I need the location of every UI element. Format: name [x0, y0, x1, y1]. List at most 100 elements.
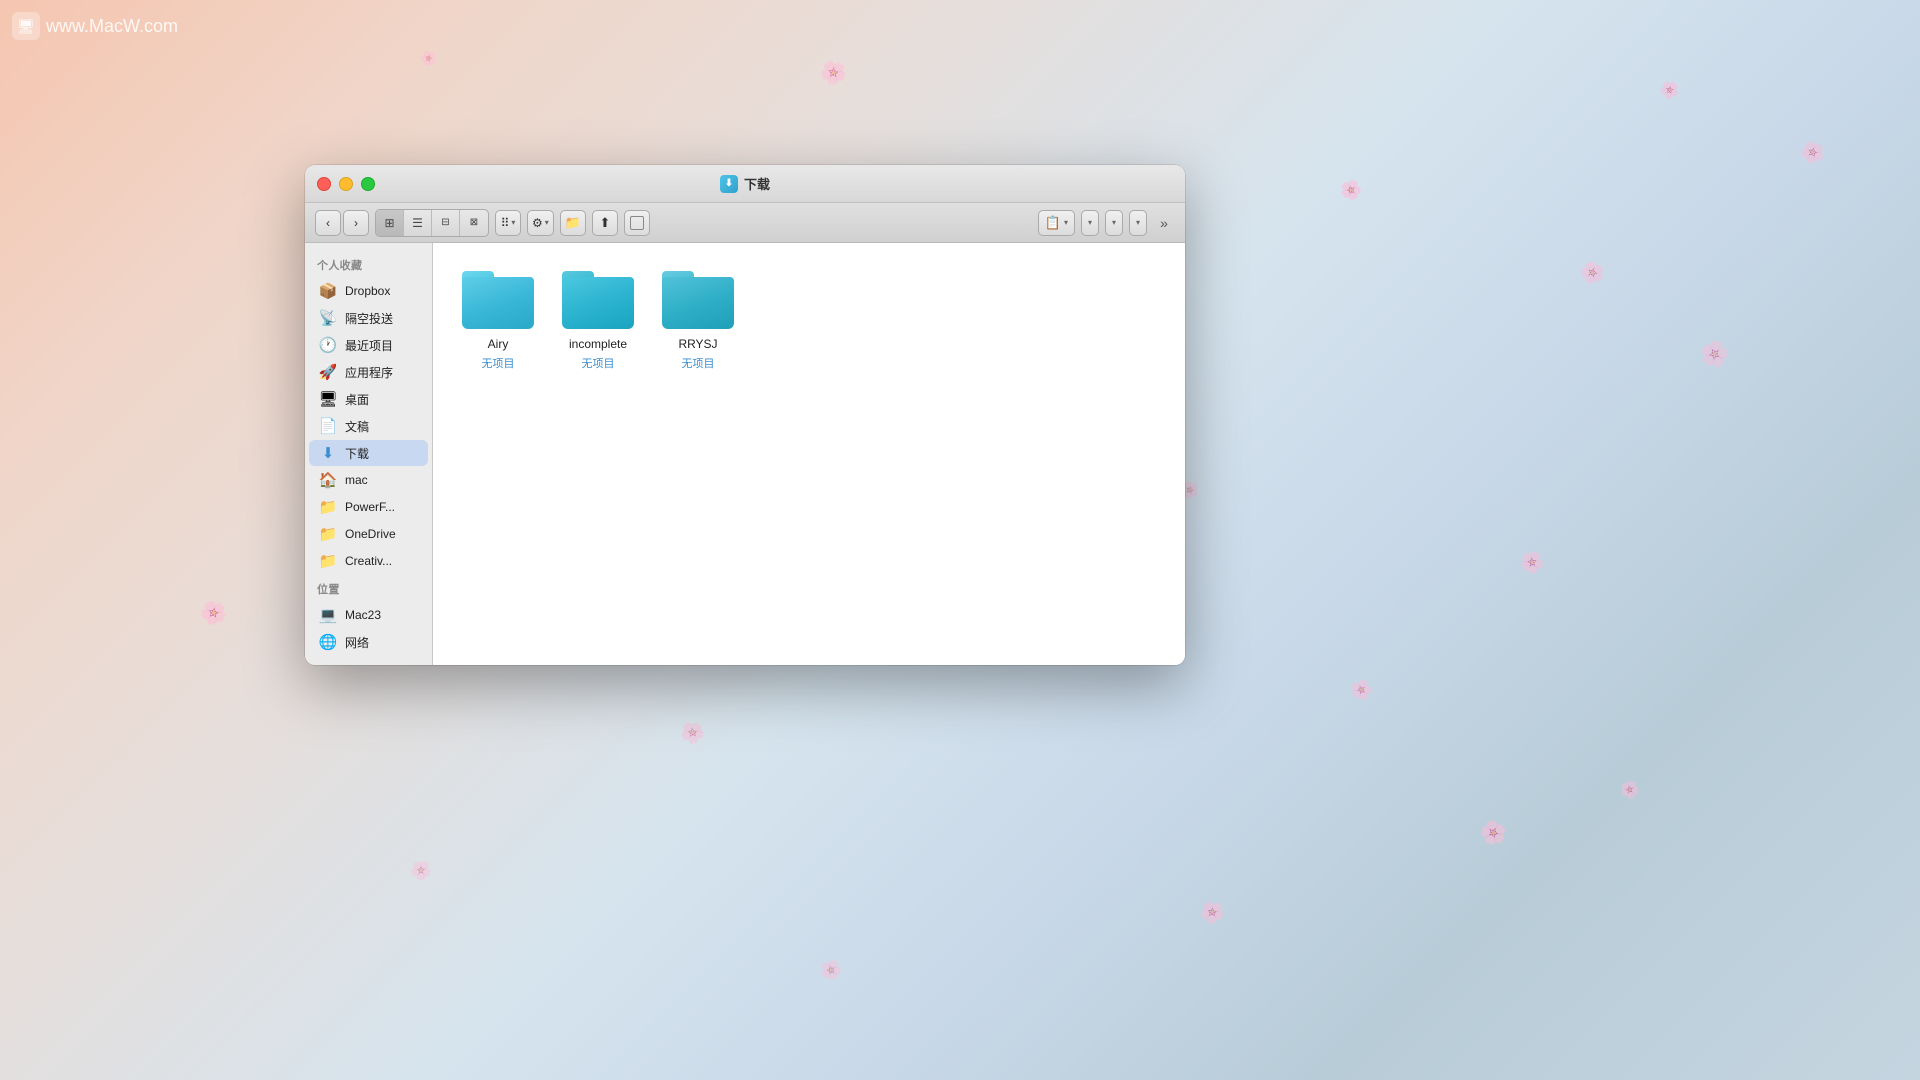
sidebar-item-onedrive[interactable]: 📁 OneDrive — [309, 521, 428, 547]
sidebar-item-mac23[interactable]: 💻 Mac23 — [309, 602, 428, 628]
network-icon: 🌐 — [319, 633, 337, 651]
watermark: 🖥 www.MacW.com — [12, 12, 178, 40]
sidebar-item-powerf[interactable]: 📁 PowerF... — [309, 494, 428, 520]
sidebar-item-mac[interactable]: 🏠 mac — [309, 467, 428, 493]
window-title-group: ⬇ 下载 — [720, 174, 770, 193]
file-item-airy[interactable]: Airy 无项目 — [453, 263, 543, 379]
view-gallery-button[interactable]: ⊠ — [460, 210, 488, 236]
title-bar: ⬇ 下载 — [305, 165, 1185, 203]
finder-window: ⬇ 下载 ‹ › ⊞ ☰ ⊟ ⊠ — [305, 165, 1185, 665]
sidebar-item-label-network: 网络 — [345, 634, 369, 651]
file-area: Airy 无项目 incomplete 无项目 — [433, 243, 1185, 665]
new-folder-button[interactable]: 📁 — [560, 210, 586, 236]
tag-icon — [630, 216, 644, 230]
file-name-airy: Airy — [488, 337, 509, 353]
file-name-incomplete: incomplete — [569, 337, 627, 353]
back-icon: ‹ — [326, 216, 330, 230]
powerf-icon: 📁 — [319, 498, 337, 516]
title-folder-icon: ⬇ — [720, 175, 738, 193]
forward-button[interactable]: › — [343, 210, 369, 236]
view-grid-icon: ⊞ — [384, 216, 394, 230]
folder-icon-airy — [462, 271, 534, 329]
sidebar-item-downloads[interactable]: ⬇ 下载 — [309, 440, 428, 466]
sidebar-item-label-airdrop: 隔空投送 — [345, 310, 393, 327]
sort-button-1[interactable]: 📋 ▾ — [1038, 210, 1075, 236]
content-area: 个人收藏 📦 Dropbox 📡 隔空投送 🕐 最近项目 🚀 应用程序 🖥 桌面 — [305, 243, 1185, 665]
file-item-rrysj[interactable]: RRYSJ 无项目 — [653, 263, 743, 379]
group-button[interactable]: ⠿ ▾ — [495, 210, 521, 236]
sidebar-item-airdrop[interactable]: 📡 隔空投送 — [309, 305, 428, 331]
sort-button-3[interactable]: ▾ — [1105, 210, 1123, 236]
mac-icon: 🏠 — [319, 471, 337, 489]
file-grid: Airy 无项目 incomplete 无项目 — [453, 263, 1165, 379]
view-list-button[interactable]: ☰ — [404, 210, 432, 236]
view-column-button[interactable]: ⊟ — [432, 210, 460, 236]
sidebar-item-label-downloads: 下载 — [345, 445, 369, 462]
applications-icon: 🚀 — [319, 363, 337, 381]
toolbar-end-group: 📋 ▾ ▾ ▾ ▾ » — [1038, 210, 1175, 236]
tag-button[interactable] — [624, 210, 650, 236]
forward-icon: › — [354, 216, 358, 230]
sidebar-item-label-dropbox: Dropbox — [345, 284, 390, 298]
sort-button-2[interactable]: ▾ — [1081, 210, 1099, 236]
folder-icon-incomplete — [562, 271, 634, 329]
sidebar-item-network[interactable]: 🌐 网络 — [309, 629, 428, 655]
sidebar-item-documents[interactable]: 📄 文稿 — [309, 413, 428, 439]
new-folder-icon: 📁 — [565, 215, 581, 231]
file-name-rrysj: RRYSJ — [678, 337, 717, 353]
airdrop-icon: 📡 — [319, 309, 337, 327]
creative-icon: 📁 — [319, 552, 337, 570]
settings-icon: ⚙ — [532, 216, 543, 230]
sort-chevron-1: ▾ — [1064, 218, 1068, 227]
sidebar-item-label-onedrive: OneDrive — [345, 527, 396, 541]
traffic-lights — [317, 177, 375, 191]
sidebar-item-label-creative: Creativ... — [345, 554, 392, 568]
dropbox-icon: 📦 — [319, 282, 337, 300]
share-icon: ⬆ — [600, 215, 611, 231]
view-group: ⊞ ☰ ⊟ ⊠ — [375, 209, 489, 237]
view-grid-button[interactable]: ⊞ — [376, 210, 404, 236]
settings-button[interactable]: ⚙ ▾ — [527, 210, 554, 236]
view-gallery-icon: ⊠ — [470, 217, 478, 228]
sidebar-item-desktop[interactable]: 🖥 桌面 — [309, 386, 428, 412]
sidebar-item-label-mac: mac — [345, 473, 368, 487]
desktop-icon: 🖥 — [319, 390, 337, 408]
file-subtitle-airy: 无项目 — [482, 355, 515, 371]
onedrive-icon: 📁 — [319, 525, 337, 543]
file-subtitle-rrysj: 无项目 — [682, 355, 715, 371]
view-list-icon: ☰ — [412, 216, 423, 230]
back-button[interactable]: ‹ — [315, 210, 341, 236]
sidebar-item-label-applications: 应用程序 — [345, 364, 393, 381]
window-title: 下载 — [744, 174, 770, 193]
more-icon: » — [1160, 215, 1168, 231]
file-item-incomplete[interactable]: incomplete 无项目 — [553, 263, 643, 379]
downloads-icon: ⬇ — [319, 444, 337, 462]
sidebar-item-creative[interactable]: 📁 Creativ... — [309, 548, 428, 574]
nav-group: ‹ › — [315, 210, 369, 236]
sidebar-item-dropbox[interactable]: 📦 Dropbox — [309, 278, 428, 304]
sidebar-item-label-recents: 最近项目 — [345, 337, 393, 354]
watermark-text: www.MacW.com — [46, 16, 178, 37]
sort-button-4[interactable]: ▾ — [1129, 210, 1147, 236]
sidebar: 个人收藏 📦 Dropbox 📡 隔空投送 🕐 最近项目 🚀 应用程序 🖥 桌面 — [305, 243, 433, 665]
sidebar-item-recents[interactable]: 🕐 最近项目 — [309, 332, 428, 358]
more-button[interactable]: » — [1153, 212, 1175, 234]
file-subtitle-incomplete: 无项目 — [582, 355, 615, 371]
sidebar-item-label-mac23: Mac23 — [345, 608, 381, 622]
view-column-icon: ⊟ — [441, 217, 449, 228]
sidebar-item-label-desktop: 桌面 — [345, 391, 369, 408]
sort-chevron-4: ▾ — [1136, 218, 1140, 227]
sidebar-item-applications[interactable]: 🚀 应用程序 — [309, 359, 428, 385]
close-button[interactable] — [317, 177, 331, 191]
settings-chevron: ▾ — [545, 218, 549, 227]
sort-chevron-2: ▾ — [1088, 218, 1092, 227]
group-chevron: ▾ — [511, 218, 515, 227]
documents-icon: 📄 — [319, 417, 337, 435]
minimize-button[interactable] — [339, 177, 353, 191]
recents-icon: 🕐 — [319, 336, 337, 354]
maximize-button[interactable] — [361, 177, 375, 191]
sidebar-section-locations: 位置 — [305, 575, 432, 601]
sidebar-section-favorites: 个人收藏 — [305, 251, 432, 277]
sidebar-item-label-powerf: PowerF... — [345, 500, 395, 514]
share-button[interactable]: ⬆ — [592, 210, 618, 236]
